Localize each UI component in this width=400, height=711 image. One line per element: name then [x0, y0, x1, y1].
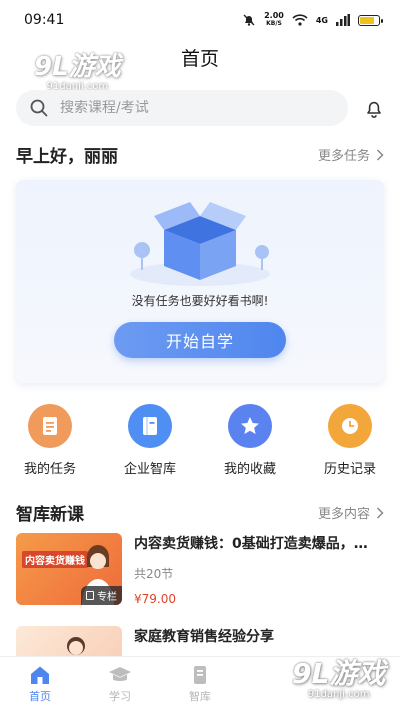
course-item[interactable]: 家庭教育销售经验分享 — [16, 626, 384, 656]
quick-action-history[interactable]: 历史记录 — [300, 404, 400, 477]
notification-button[interactable] — [348, 90, 384, 126]
tab-label: 智库 — [189, 690, 211, 703]
course-title: 内容卖货赚钱：0基础打造卖爆品，… — [134, 536, 368, 552]
status-time: 09:41 — [24, 12, 65, 28]
signal-icon — [336, 14, 350, 26]
watermark-logo-bottom: 9L游戏 91danji.com — [292, 660, 385, 700]
watermark-logo: 9L游戏 91danji.com — [34, 54, 121, 92]
more-tasks-link[interactable]: 更多任务 — [318, 145, 384, 164]
status-bar: 09:41 2.00 KB/S 4G — [0, 0, 400, 40]
wifi-icon — [292, 14, 308, 26]
home-icon — [31, 666, 49, 684]
empty-box-illustration — [130, 202, 270, 286]
clock-icon — [342, 418, 358, 434]
quick-action-label: 历史记录 — [323, 462, 376, 477]
more-content-link[interactable]: 更多内容 — [318, 503, 384, 522]
search-row — [16, 90, 384, 126]
course-lessons: 共20节 — [134, 567, 174, 581]
tab-label: 学习 — [109, 690, 131, 703]
column-badge-icon — [86, 591, 94, 600]
course-item[interactable]: 内容卖货赚钱 专栏 内容卖货赚钱：0基础打造卖爆品，… 共20节 ¥79.00 — [16, 533, 384, 606]
library-icon — [194, 666, 206, 684]
empty-tasks-text: 没有任务也要好好看书啊! — [131, 294, 269, 308]
watermark-brand: 9L游戏 — [292, 657, 386, 690]
search-input[interactable] — [60, 100, 290, 116]
course-thumbnail: 内容卖货赚钱 专栏 — [16, 533, 122, 605]
battery-icon — [358, 14, 383, 26]
new-courses-title: 智库新课 — [16, 505, 84, 525]
quick-action-label: 企业智库 — [123, 462, 176, 477]
tab-study[interactable]: 学习 — [80, 657, 160, 711]
column-badge-label: 专栏 — [97, 592, 117, 603]
course-thumbnail — [16, 626, 122, 656]
chevron-right-icon — [376, 506, 384, 519]
net-speed-unit: KB/S — [266, 20, 282, 27]
watermark-site: 91danji.com — [307, 689, 370, 700]
star-icon — [241, 417, 259, 434]
bell-icon — [367, 101, 381, 118]
column-badge: 专栏 — [81, 586, 122, 605]
task-card: 没有任务也要好好看书啊! 开始自学 — [16, 180, 384, 383]
quick-action-favorites[interactable]: 我的收藏 — [200, 404, 300, 477]
new-courses-header: 智库新课 更多内容 — [16, 500, 384, 525]
search-bar[interactable] — [16, 90, 348, 126]
more-tasks-label: 更多任务 — [317, 149, 370, 164]
greeting: 早上好，丽丽 — [16, 147, 118, 167]
tab-library[interactable]: 智库 — [160, 657, 240, 711]
tasks-header: 早上好，丽丽 更多任务 — [16, 142, 384, 167]
quick-action-label: 我的任务 — [23, 462, 76, 477]
quick-actions: 我的任务 企业智库 我的收藏 历史记录 — [0, 404, 400, 477]
tab-home[interactable]: 首页 — [0, 657, 80, 711]
network-type: 4G — [315, 15, 328, 25]
task-list-icon — [43, 417, 57, 435]
watermark-brand: 9L游戏 — [34, 52, 121, 82]
quick-action-my-tasks[interactable]: 我的任务 — [0, 404, 100, 477]
graduation-cap-icon — [109, 667, 131, 681]
start-self-study-button[interactable]: 开始自学 — [114, 322, 286, 358]
net-speed-value: 2.00 — [264, 11, 284, 20]
course-price: ¥79.00 — [134, 592, 176, 606]
family-illustration — [67, 637, 85, 655]
course-title: 家庭教育销售经验分享 — [134, 629, 274, 645]
mute-bell-icon — [243, 14, 255, 26]
chevron-right-icon — [376, 148, 384, 161]
book-icon — [143, 417, 157, 435]
search-icon — [30, 99, 48, 117]
tab-label: 首页 — [29, 690, 51, 703]
quick-action-enterprise-library[interactable]: 企业智库 — [100, 404, 200, 477]
quick-action-label: 我的收藏 — [223, 462, 276, 477]
more-content-label: 更多内容 — [317, 507, 370, 522]
